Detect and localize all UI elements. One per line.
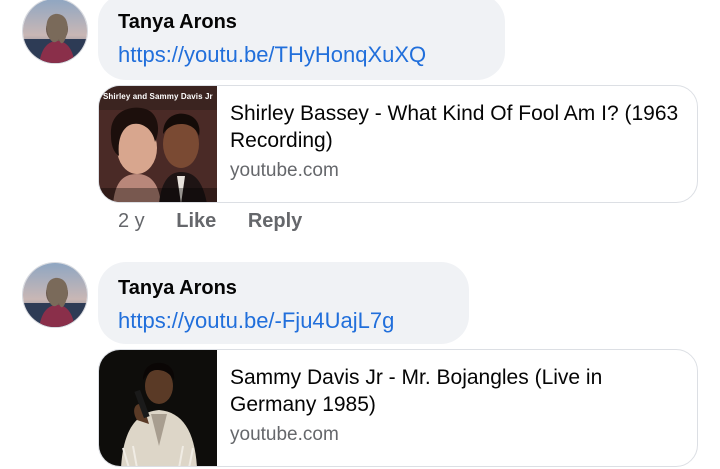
comment-author[interactable]: Tanya Arons bbox=[118, 9, 485, 35]
comment-bubble: Tanya Arons https://youtu.be/THyHonqXuXQ bbox=[98, 0, 505, 80]
preview-domain: youtube.com bbox=[230, 160, 339, 181]
video-thumbnail[interactable]: Shirley and Sammy Davis Jr bbox=[99, 86, 217, 202]
comment-actions: 2 y Like Reply bbox=[118, 210, 302, 233]
preview-meta: Sammy Davis Jr - Mr. Bojangles (Live in … bbox=[230, 364, 685, 447]
avatar[interactable] bbox=[22, 262, 88, 328]
avatar[interactable] bbox=[22, 0, 88, 64]
avatar-photo bbox=[23, 263, 87, 327]
thumbnail-image bbox=[99, 86, 217, 202]
link-preview-card[interactable]: Shirley and Sammy Davis Jr Shirley Basse… bbox=[98, 85, 698, 203]
video-thumbnail[interactable] bbox=[99, 350, 217, 466]
like-button[interactable]: Like bbox=[176, 210, 216, 233]
preview-title[interactable]: Sammy Davis Jr - Mr. Bojangles (Live in … bbox=[230, 364, 685, 418]
preview-meta: Shirley Bassey - What Kind Of Fool Am I?… bbox=[230, 100, 685, 183]
avatar-photo bbox=[23, 0, 87, 63]
reply-button[interactable]: Reply bbox=[248, 210, 302, 233]
comment-link[interactable]: https://youtu.be/THyHonqXuXQ bbox=[118, 40, 485, 70]
comment-bubble: Tanya Arons https://youtu.be/-Fju4UajL7g bbox=[98, 262, 469, 344]
comment-timestamp[interactable]: 2 y bbox=[118, 210, 145, 233]
thumbnail-caption: Shirley and Sammy Davis Jr bbox=[103, 92, 213, 101]
preview-title[interactable]: Shirley Bassey - What Kind Of Fool Am I?… bbox=[230, 100, 685, 154]
thumbnail-image bbox=[99, 350, 217, 466]
preview-domain: youtube.com bbox=[230, 424, 339, 445]
link-preview-card[interactable]: Sammy Davis Jr - Mr. Bojangles (Live in … bbox=[98, 349, 698, 467]
comment-link[interactable]: https://youtu.be/-Fju4UajL7g bbox=[118, 306, 449, 336]
comment-author[interactable]: Tanya Arons bbox=[118, 275, 449, 301]
